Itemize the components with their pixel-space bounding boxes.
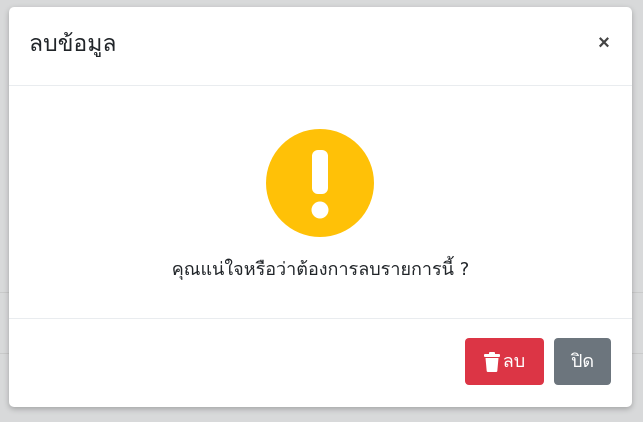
modal-body: คุณแน่ใจหรือว่าต้องการลบรายการนี้ ?	[9, 86, 632, 319]
close-button[interactable]: ปิด	[554, 338, 611, 385]
close-button-label: ปิด	[570, 351, 595, 372]
delete-button-label: ลบ	[502, 351, 526, 372]
modal-title: ลบข้อมูล	[29, 31, 117, 57]
exclamation-circle-icon	[266, 129, 374, 237]
close-x-button[interactable]: ×	[596, 31, 612, 55]
delete-button[interactable]: ลบ	[465, 338, 544, 385]
delete-confirm-modal: ลบข้อมูล × คุณแน่ใจหรือว่าต้องการลบรายกา…	[9, 7, 632, 407]
trash-icon	[483, 351, 500, 372]
modal-header: ลบข้อมูล ×	[9, 7, 632, 86]
confirm-message: คุณแน่ใจหรือว่าต้องการลบรายการนี้ ?	[171, 259, 470, 280]
